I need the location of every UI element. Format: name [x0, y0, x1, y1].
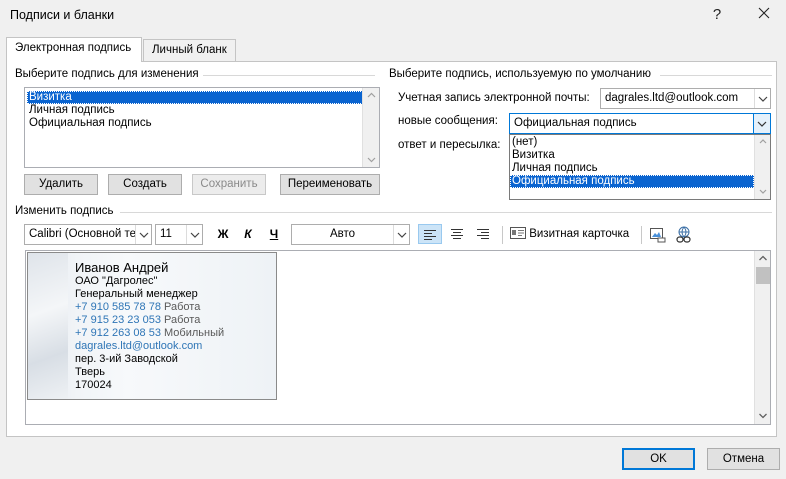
phone-type: Работа — [164, 314, 201, 326]
card-decoration — [28, 253, 68, 399]
business-card-label: Визитная карточка — [529, 228, 630, 240]
phone-number: +7 910 585 78 78 — [75, 301, 161, 313]
create-button[interactable]: Создать — [108, 174, 182, 195]
dropdown-scrollbar[interactable] — [754, 135, 770, 199]
phone-number: +7 912 263 08 53 — [75, 327, 161, 339]
tab-personal-stationery[interactable]: Личный бланк — [143, 39, 236, 61]
help-button[interactable]: ? — [703, 4, 731, 26]
font-color-value: Авто — [329, 228, 356, 240]
align-left-icon — [424, 230, 436, 240]
card-street: пер. 3-ий Заводской — [75, 353, 178, 365]
signature-list-item[interactable]: Визитка — [27, 91, 363, 104]
chevron-down-icon — [186, 225, 202, 244]
toolbar-separator — [502, 226, 503, 244]
chevron-down-icon — [753, 114, 770, 133]
account-select[interactable]: dagrales.ltd@outlook.com — [600, 88, 771, 109]
italic-button[interactable]: К — [237, 224, 259, 244]
signatures-dialog: Подписи и бланки ? Электронная подпись Л… — [0, 0, 786, 479]
business-card-icon — [510, 227, 526, 239]
align-left-button[interactable] — [418, 224, 442, 244]
group-divider — [120, 212, 772, 213]
new-messages-value: Официальная подпись — [514, 117, 637, 129]
scroll-arrows-icon — [756, 255, 770, 419]
card-email[interactable]: dagrales.ltd@outlook.com — [75, 340, 202, 353]
editor-scrollbar[interactable] — [754, 251, 770, 424]
scroll-arrows-icon — [759, 139, 767, 194]
card-city: Тверь — [75, 366, 105, 378]
chevron-down-icon — [393, 225, 409, 244]
font-value: Calibri (Основной те — [29, 228, 137, 240]
align-right-icon — [477, 229, 489, 239]
new-messages-select[interactable]: Официальная подпись — [509, 113, 771, 134]
signature-list-item[interactable]: Личная подпись — [27, 104, 363, 117]
account-label: Учетная запись электронной почты: — [398, 92, 590, 104]
signature-list-item[interactable]: Официальная подпись — [27, 117, 363, 130]
card-phone-3: +7 912 263 08 53 Мобильный — [75, 327, 224, 340]
default-signature-label: Выберите подпись, используемую по умолча… — [389, 68, 651, 80]
font-size-select[interactable]: 11 — [155, 224, 203, 245]
dropdown-option[interactable]: Официальная подпись — [510, 175, 754, 188]
card-company: ОАО "Дагролес" — [75, 275, 158, 287]
cancel-button[interactable]: Отмена — [707, 448, 780, 470]
insert-picture-button[interactable] — [649, 226, 667, 244]
scroll-arrows-icon — [367, 92, 376, 163]
card-name: Иванов Андрей — [75, 260, 169, 275]
ok-button[interactable]: OK — [622, 448, 695, 470]
card-zip: 170024 — [75, 379, 112, 391]
save-button[interactable]: Сохранить — [192, 174, 266, 195]
picture-icon — [650, 228, 666, 243]
group-divider — [203, 75, 375, 76]
business-card: Иванов Андрей ОАО "Дагролес" Генеральный… — [27, 252, 277, 400]
list-scrollbar[interactable] — [362, 88, 379, 167]
align-right-button[interactable] — [471, 224, 495, 244]
font-size-value: 11 — [160, 228, 172, 240]
hyperlink-icon — [676, 226, 691, 243]
reply-label: ответ и пересылка: — [398, 139, 501, 151]
close-button[interactable] — [750, 4, 778, 26]
insert-hyperlink-button[interactable] — [674, 226, 694, 244]
new-messages-dropdown[interactable]: (нет) Визитка Личная подпись Официальная… — [509, 134, 771, 200]
dropdown-option[interactable]: Личная подпись — [510, 162, 754, 175]
edit-signature-label: Изменить подпись — [15, 205, 114, 217]
rename-button[interactable]: Переименовать — [280, 174, 380, 195]
underline-button[interactable]: Ч — [263, 224, 285, 244]
dropdown-option[interactable]: Визитка — [510, 149, 754, 162]
font-select[interactable]: Calibri (Основной те — [24, 224, 152, 245]
select-signature-label: Выберите подпись для изменения — [15, 68, 199, 80]
align-center-icon — [451, 229, 463, 239]
chevron-down-icon — [754, 89, 770, 108]
card-phone-2: +7 915 23 23 053 Работа — [75, 314, 200, 327]
card-position: Генеральный менеджер — [75, 288, 198, 300]
signature-list[interactable]: Визитка Личная подпись Официальная подпи… — [24, 87, 380, 168]
tab-email-signature[interactable]: Электронная подпись — [6, 37, 142, 62]
phone-type: Работа — [164, 301, 201, 313]
close-icon — [758, 7, 770, 19]
group-divider — [660, 75, 772, 76]
toolbar-separator — [641, 226, 642, 244]
align-center-button[interactable] — [445, 224, 469, 244]
chevron-down-icon — [135, 225, 151, 244]
phone-number: +7 915 23 23 053 — [75, 314, 161, 326]
bold-button[interactable]: Ж — [212, 224, 234, 244]
new-messages-label: новые сообщения: — [398, 115, 498, 127]
phone-type: Мобильный — [164, 327, 225, 339]
delete-button[interactable]: Удалить — [24, 174, 98, 195]
dropdown-option[interactable]: (нет) — [510, 136, 754, 149]
card-phone-1: +7 910 585 78 78 Работа — [75, 301, 200, 314]
dialog-title: Подписи и бланки — [10, 8, 115, 22]
font-color-select[interactable]: Авто — [291, 224, 410, 245]
business-card-button[interactable]: Визитная карточка — [510, 224, 629, 244]
account-value: dagrales.ltd@outlook.com — [605, 92, 739, 104]
